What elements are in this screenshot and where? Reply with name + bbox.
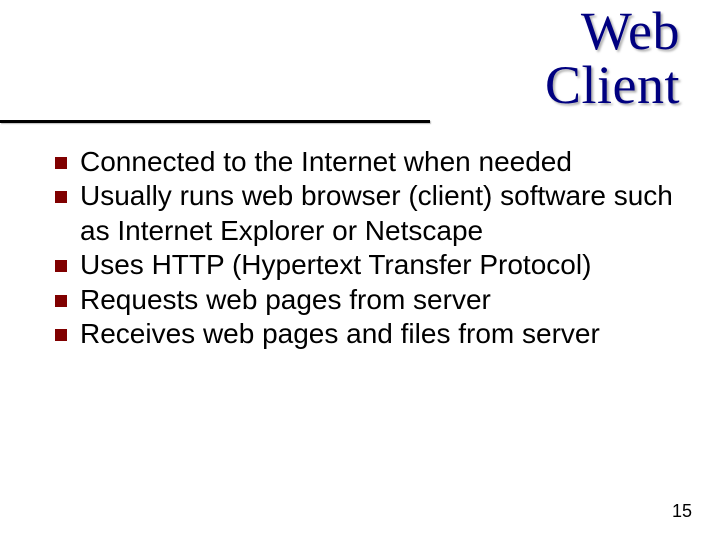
title-line-1: Web (545, 4, 680, 58)
bullet-square-icon (55, 191, 67, 203)
page-number: 15 (672, 501, 692, 522)
bullet-text: Usually runs web browser (client) softwa… (80, 179, 685, 248)
bullet-text: Requests web pages from server (80, 283, 491, 317)
list-item: Uses HTTP (Hypertext Transfer Protocol) (55, 248, 685, 282)
bullet-text: Receives web pages and files from server (80, 317, 600, 351)
bullet-square-icon (55, 295, 67, 307)
list-item: Connected to the Internet when needed (55, 145, 685, 179)
bullet-text: Connected to the Internet when needed (80, 145, 572, 179)
bullet-list: Connected to the Internet when needed Us… (55, 145, 685, 352)
list-item: Requests web pages from server (55, 283, 685, 317)
title-line-2: Client (545, 58, 680, 112)
slide: Web Client Connected to the Internet whe… (0, 0, 720, 540)
list-item: Usually runs web browser (client) softwa… (55, 179, 685, 248)
title-divider (0, 120, 430, 123)
bullet-square-icon (55, 260, 67, 272)
bullet-square-icon (55, 157, 67, 169)
slide-title: Web Client (545, 4, 680, 112)
bullet-text: Uses HTTP (Hypertext Transfer Protocol) (80, 248, 591, 282)
list-item: Receives web pages and files from server (55, 317, 685, 351)
bullet-square-icon (55, 329, 67, 341)
